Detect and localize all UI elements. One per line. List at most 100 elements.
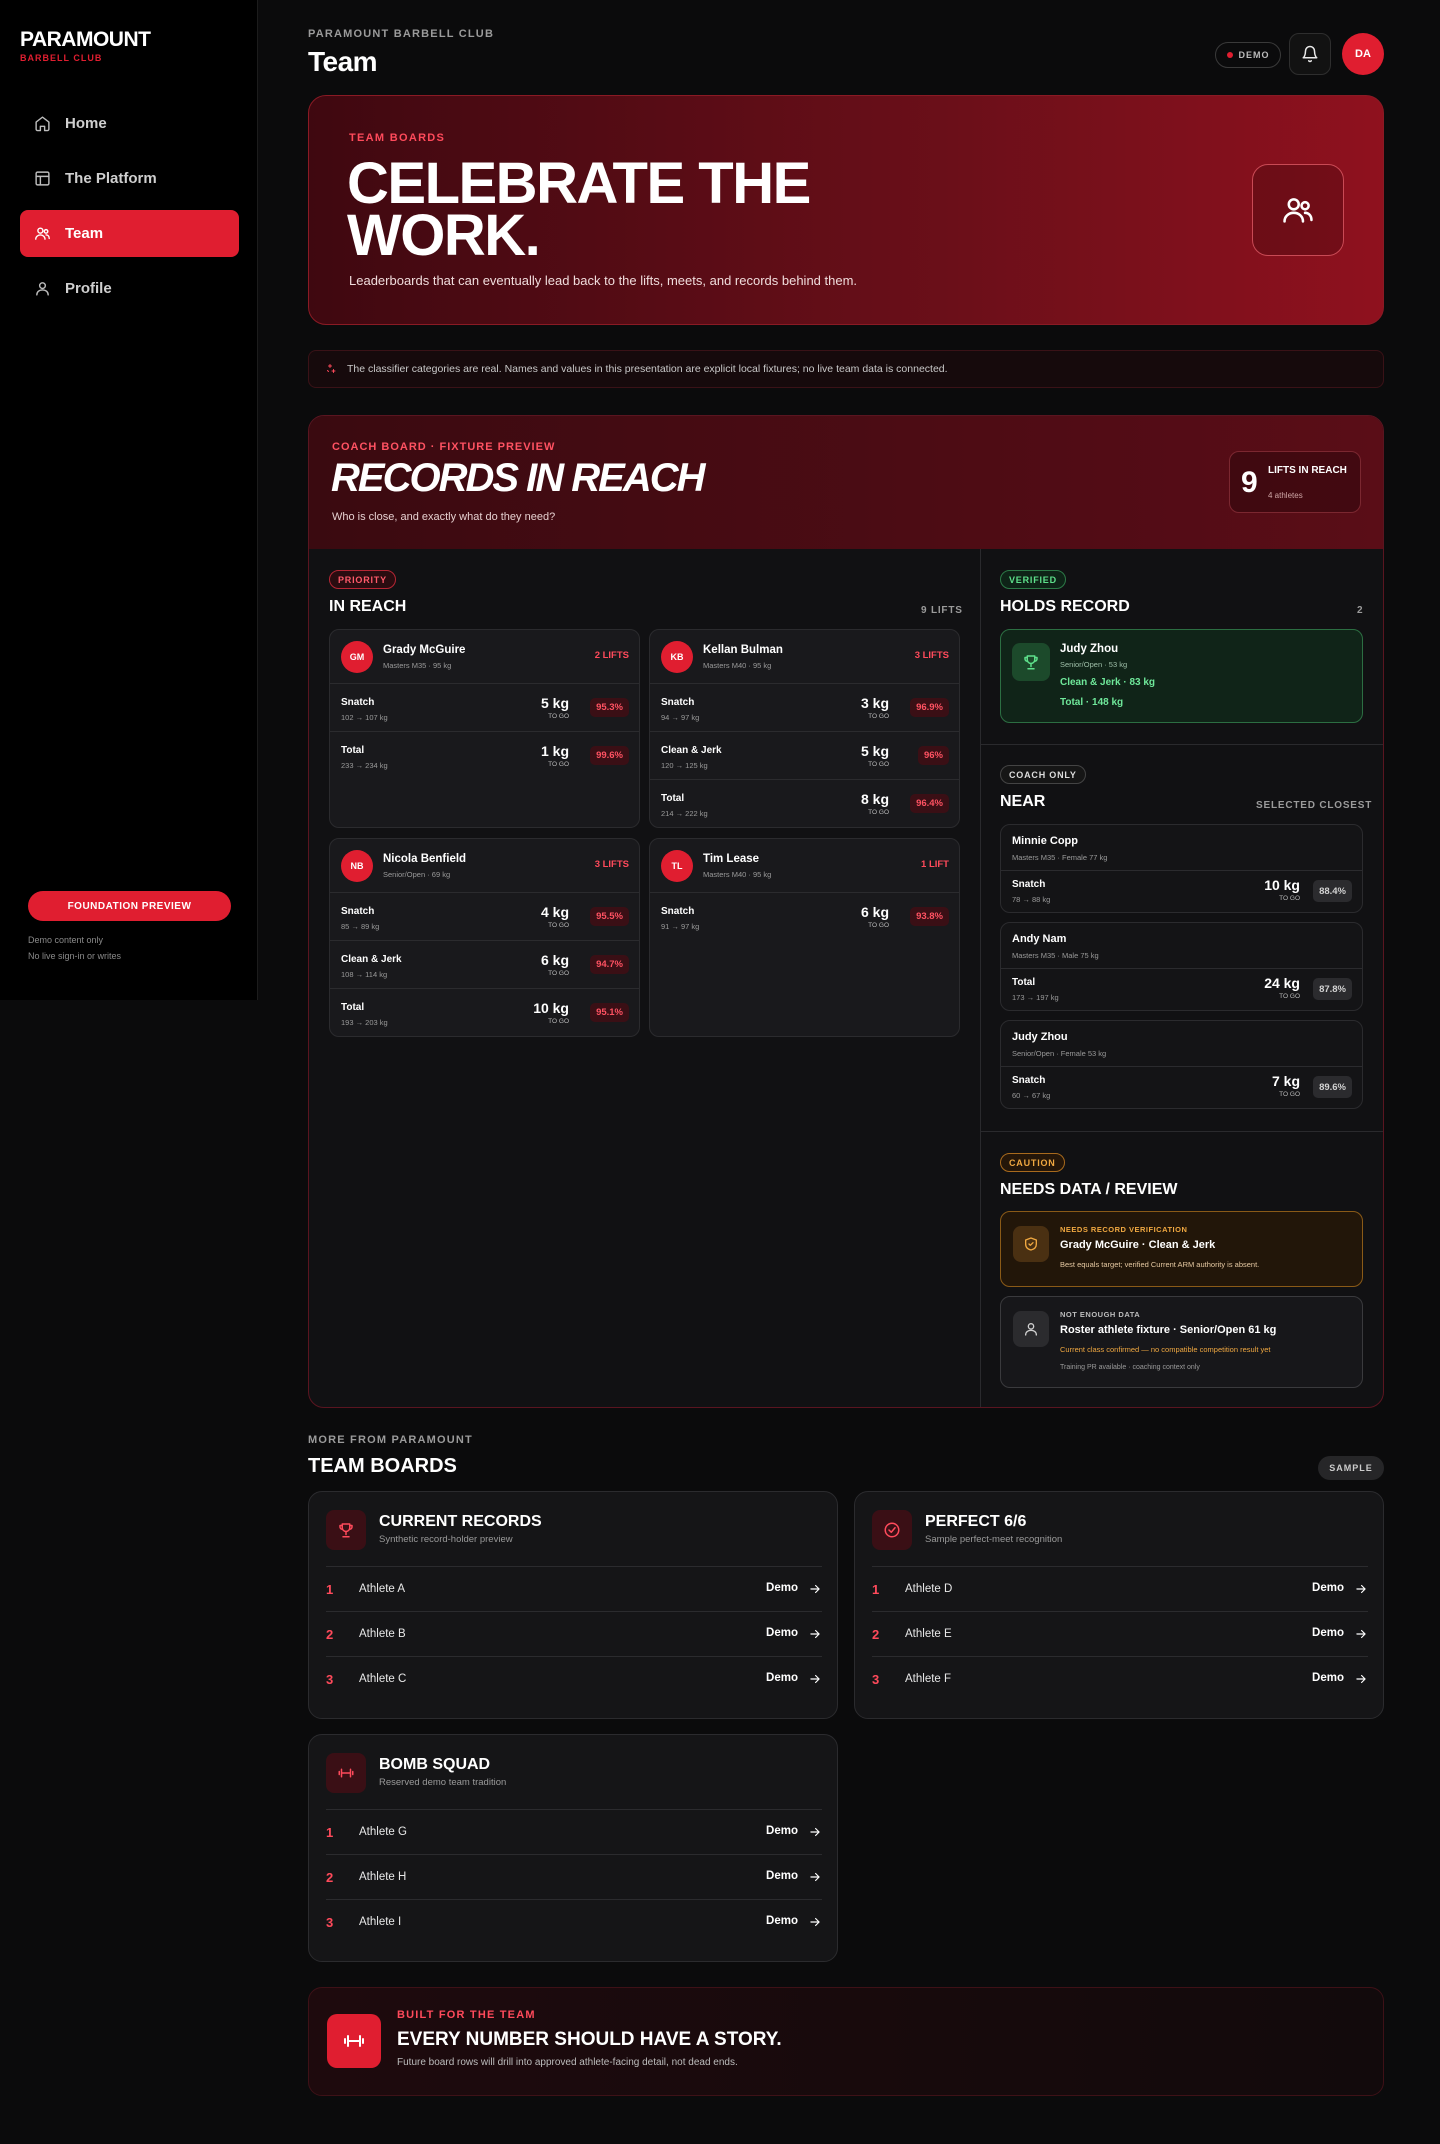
- board-card-title: PERFECT 6/6: [925, 1513, 1027, 1530]
- team-board-card[interactable]: PERFECT 6/6 Sample perfect-meet recognit…: [854, 1491, 1384, 1719]
- lift-row[interactable]: Snatch 94 → 97 kg 3 kg TO GO 96.9%: [650, 684, 959, 732]
- lift-row[interactable]: Total 214 → 222 kg 8 kg TO GO 96.4%: [650, 780, 959, 827]
- leaderboard-row[interactable]: 2 Athlete B Demo: [326, 1611, 822, 1656]
- lift-name: Snatch: [341, 697, 375, 708]
- leaderboard-row[interactable]: 3 Athlete C Demo: [326, 1656, 822, 1701]
- lift-count: 2 LIFTS: [594, 650, 629, 661]
- lifts-in-reach-summary: 9 LIFTS IN REACH 4 athletes: [1229, 451, 1361, 513]
- lift-range: 214 → 222 kg: [661, 809, 708, 818]
- rank: 3: [326, 1672, 334, 1687]
- athlete-meta: Masters M40 · 95 kg: [703, 661, 772, 670]
- foundation-preview-button[interactable]: FOUNDATION PREVIEW: [28, 891, 231, 921]
- athlete-meta: Masters M35 · Male 75 kg: [1012, 951, 1099, 960]
- sidebar-item-label: Home: [65, 115, 107, 132]
- athlete-card[interactable]: GM Grady McGuire Masters M35 · 95 kg 2 L…: [329, 629, 640, 828]
- leaderboard-row[interactable]: 2 Athlete H Demo: [326, 1854, 822, 1899]
- hero-banner: TEAM BOARDS CELEBRATE THE WORK. Leaderbo…: [308, 95, 1384, 325]
- rank: 2: [326, 1627, 334, 1642]
- athlete-name: Athlete B: [359, 1628, 406, 1640]
- sidebar-nav: Home The Platform Team Profile: [20, 100, 239, 320]
- to-go-label: TO GO: [868, 809, 889, 816]
- hero-description: Leaderboards that can eventually lead ba…: [349, 273, 858, 288]
- record-holder-card[interactable]: Judy Zhou Senior/Open · 53 kg Clean & Je…: [1000, 629, 1363, 723]
- athlete-card[interactable]: TL Tim Lease Masters M40 · 95 kg 1 LIFT …: [649, 838, 960, 1037]
- bell-icon: [1302, 45, 1318, 63]
- athlete-name: Athlete I: [359, 1916, 402, 1928]
- holder-name: Judy Zhou: [1060, 643, 1119, 655]
- to-go-label: TO GO: [548, 761, 569, 768]
- percent-badge: 95.3%: [590, 698, 629, 717]
- athlete-name: Athlete E: [905, 1628, 952, 1640]
- row-value: Demo: [766, 1825, 798, 1837]
- lift-name: Total: [1012, 977, 1036, 988]
- kg-to-go: 5 kg: [540, 695, 569, 711]
- lift-name: Clean & Jerk: [341, 954, 402, 965]
- lift-range: 60 → 67 kg: [1012, 1091, 1051, 1100]
- review-item-note: Training PR available · coaching context…: [1060, 1364, 1200, 1371]
- athlete-meta: Senior/Open · 69 kg: [383, 870, 451, 879]
- kg-to-go: 10 kg: [1264, 877, 1300, 893]
- sidebar-item-profile[interactable]: Profile: [20, 265, 239, 312]
- lift-range: 85 → 89 kg: [341, 922, 380, 931]
- layout-icon: [35, 171, 50, 186]
- avatar[interactable]: DA: [1342, 33, 1384, 75]
- near-athlete-card[interactable]: Andy Nam Masters M35 · Male 75 kg Total …: [1000, 922, 1363, 1011]
- athlete-meta: Masters M35 · 95 kg: [383, 661, 452, 670]
- column-divider: [980, 549, 981, 1407]
- team-board-card[interactable]: CURRENT RECORDS Synthetic record-holder …: [308, 1491, 838, 1719]
- athlete-meta: Masters M35 · Female 77 kg: [1012, 853, 1108, 862]
- near-athlete-card[interactable]: Judy Zhou Senior/Open · Female 53 kg Sna…: [1000, 1020, 1363, 1109]
- lift-row[interactable]: Clean & Jerk 120 → 125 kg 5 kg TO GO 96%: [650, 732, 959, 780]
- lift-row[interactable]: Clean & Jerk 108 → 114 kg 6 kg TO GO 94.…: [330, 941, 639, 989]
- near-title: NEAR: [1000, 793, 1046, 810]
- lift-row[interactable]: Total 233 → 234 kg 1 kg TO GO 99.6%: [330, 732, 639, 780]
- board-card-title: BOMB SQUAD: [379, 1756, 491, 1773]
- sidebar-item-team[interactable]: Team: [20, 210, 239, 257]
- sidebar-item-label: Profile: [65, 280, 112, 297]
- athlete-card[interactable]: NB Nicola Benfield Senior/Open · 69 kg 3…: [329, 838, 640, 1037]
- athlete-card[interactable]: KB Kellan Bulman Masters M40 · 95 kg 3 L…: [649, 629, 960, 828]
- lift-row[interactable]: Total 193 → 203 kg 10 kg TO GO 95.1%: [330, 989, 639, 1036]
- barbell-icon-box: [327, 2014, 381, 2068]
- lift-row[interactable]: Snatch 85 → 89 kg 4 kg TO GO 95.5%: [330, 893, 639, 941]
- check-circle-icon: [884, 1522, 900, 1538]
- sidebar-item-platform[interactable]: The Platform: [20, 155, 239, 202]
- row-value: Demo: [1312, 1672, 1344, 1684]
- review-item[interactable]: NEEDS RECORD VERIFICATION Grady McGuire …: [1000, 1211, 1363, 1287]
- near-athlete-card[interactable]: Minnie Copp Masters M35 · Female 77 kg S…: [1000, 824, 1363, 913]
- coach-board: COACH BOARD · FIXTURE PREVIEW RECORDS IN…: [308, 415, 1384, 1408]
- review-item[interactable]: NOT ENOUGH DATA Roster athlete fixture ·…: [1000, 1296, 1363, 1388]
- athlete-name: Athlete D: [905, 1583, 953, 1595]
- to-go-label: TO GO: [868, 713, 889, 720]
- brand-logo[interactable]: PARAMOUNT BARBELL CLUB: [20, 28, 151, 63]
- trophy-icon-box: [1012, 643, 1050, 681]
- notifications-button[interactable]: [1289, 33, 1331, 75]
- avatar: NB: [341, 850, 373, 882]
- leaderboard-row[interactable]: 1 Athlete A Demo: [326, 1566, 822, 1611]
- lift-row[interactable]: Snatch 91 → 97 kg 6 kg TO GO 93.8%: [650, 893, 959, 941]
- lift-name: Total: [661, 793, 685, 804]
- notice-text: The classifier categories are real. Name…: [347, 363, 948, 375]
- lift-count: 1 LIFT: [921, 859, 949, 870]
- leaderboard-row[interactable]: 1 Athlete D Demo: [872, 1566, 1368, 1611]
- lift-name: Total: [341, 745, 365, 756]
- barbell-icon-box: [326, 1753, 366, 1793]
- kg-to-go: 8 kg: [860, 791, 889, 807]
- review-title: NEEDS DATA / REVIEW: [1000, 1181, 1178, 1198]
- leaderboard-row[interactable]: 2 Athlete E Demo: [872, 1611, 1368, 1656]
- leaderboard-row[interactable]: 1 Athlete G Demo: [326, 1809, 822, 1854]
- leaderboard-row[interactable]: 3 Athlete F Demo: [872, 1656, 1368, 1701]
- rank: 1: [326, 1582, 334, 1597]
- near-card-header: Minnie Copp Masters M35 · Female 77 kg: [1001, 825, 1362, 871]
- leaderboard-row[interactable]: 3 Athlete I Demo: [326, 1899, 822, 1944]
- sidebar-item-home[interactable]: Home: [20, 100, 239, 147]
- lifts-label: LIFTS IN REACH: [1268, 465, 1347, 476]
- lift-row[interactable]: Snatch 102 → 107 kg 5 kg TO GO 95.3%: [330, 684, 639, 732]
- trophy-icon: [339, 1523, 353, 1538]
- rank: 1: [872, 1582, 880, 1597]
- team-board-card[interactable]: BOMB SQUAD Reserved demo team tradition …: [308, 1734, 838, 1962]
- caution-badge: CAUTION: [1000, 1153, 1065, 1172]
- avatar: TL: [661, 850, 693, 882]
- brand-name: PARAMOUNT: [20, 28, 151, 51]
- kg-to-go: 7 kg: [1271, 1073, 1300, 1089]
